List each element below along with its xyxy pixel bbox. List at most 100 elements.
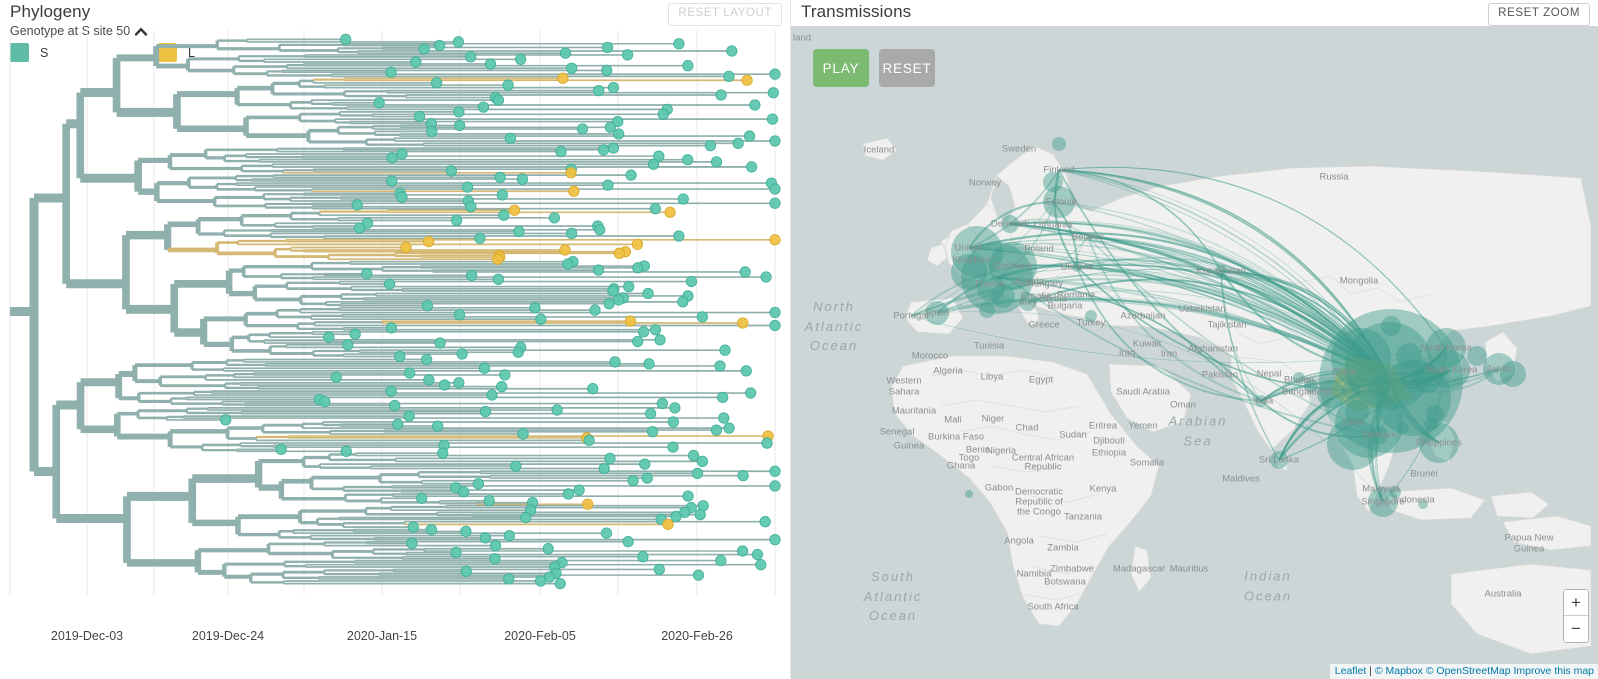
tree-tip[interactable] xyxy=(396,148,408,160)
tree-tip[interactable] xyxy=(496,380,508,393)
tree-tip[interactable] xyxy=(710,156,723,168)
tree-tip[interactable] xyxy=(749,99,761,111)
tree-tip[interactable] xyxy=(477,101,490,113)
tree-tip[interactable] xyxy=(604,452,616,465)
tree-tip[interactable] xyxy=(385,322,398,334)
tree-tip[interactable] xyxy=(647,158,660,170)
tree-tip[interactable] xyxy=(275,443,287,455)
tree-tip[interactable] xyxy=(361,268,373,280)
tree-tip[interactable] xyxy=(739,266,751,278)
tree-tip[interactable] xyxy=(670,510,682,523)
outbreak-marker[interactable] xyxy=(1370,426,1388,444)
tree-tip[interactable] xyxy=(438,379,451,391)
tree-tip[interactable] xyxy=(715,554,727,567)
tree-tip[interactable] xyxy=(682,60,694,72)
tree-tip[interactable] xyxy=(351,199,363,211)
tree-tip[interactable] xyxy=(385,66,397,78)
tree-tip[interactable] xyxy=(632,262,644,274)
tree-tip[interactable] xyxy=(413,110,426,123)
tree-tip[interactable] xyxy=(492,273,505,285)
tree-tip[interactable] xyxy=(386,175,398,187)
tree-tip[interactable] xyxy=(609,356,621,368)
mapbox-link[interactable]: © Mapbox xyxy=(1375,665,1423,677)
outbreak-marker[interactable] xyxy=(965,490,973,498)
tree-tip[interactable] xyxy=(732,137,744,149)
tree-tip[interactable] xyxy=(565,167,577,179)
reset-animation-button[interactable]: RESET xyxy=(879,49,935,87)
tree-tip[interactable] xyxy=(696,455,709,468)
tree-tip[interactable] xyxy=(450,546,462,559)
tree-tip[interactable] xyxy=(340,445,352,457)
tree-tip[interactable] xyxy=(410,56,422,68)
tree-tip[interactable] xyxy=(465,201,477,213)
tree-tip[interactable] xyxy=(565,227,578,240)
tree-tip[interactable] xyxy=(607,142,620,154)
tree-tip[interactable] xyxy=(737,469,749,482)
tree-tip[interactable] xyxy=(602,179,614,191)
tree-tip[interactable] xyxy=(502,79,514,91)
tree-tip[interactable] xyxy=(643,358,655,370)
outbreak-marker[interactable] xyxy=(979,302,995,318)
tree-tip[interactable] xyxy=(755,559,767,571)
outbreak-marker[interactable] xyxy=(1412,363,1442,393)
tree-tip[interactable] xyxy=(453,106,465,118)
outbreak-marker[interactable] xyxy=(1327,418,1379,470)
tree-tip[interactable] xyxy=(621,49,634,61)
tree-tip[interactable] xyxy=(542,543,554,555)
tree-tip[interactable] xyxy=(489,540,502,552)
tree-tip[interactable] xyxy=(624,315,637,327)
tree-tip[interactable] xyxy=(421,300,434,312)
tree-tip[interactable] xyxy=(573,484,585,496)
outbreak-marker[interactable] xyxy=(1255,395,1267,407)
tree-tip[interactable] xyxy=(389,399,401,412)
outbreak-marker[interactable] xyxy=(1270,451,1288,469)
tree-tip[interactable] xyxy=(673,230,685,242)
tree-tip[interactable] xyxy=(499,369,511,381)
tree-tip[interactable] xyxy=(769,533,781,546)
tree-tip[interactable] xyxy=(562,258,574,270)
tree-tip[interactable] xyxy=(704,139,717,152)
outbreak-marker[interactable] xyxy=(925,301,949,325)
tree-tip[interactable] xyxy=(637,551,649,563)
tree-tip[interactable] xyxy=(662,518,674,531)
tree-tip[interactable] xyxy=(554,577,566,590)
outbreak-marker[interactable] xyxy=(1019,293,1037,311)
tree-tip[interactable] xyxy=(503,573,515,585)
play-button[interactable]: PLAY xyxy=(813,49,869,87)
tree-tip[interactable] xyxy=(423,235,435,248)
tree-tip[interactable] xyxy=(464,51,477,63)
tree-tip[interactable] xyxy=(498,209,510,221)
tree-tip[interactable] xyxy=(576,123,589,135)
tree-tip[interactable] xyxy=(433,39,446,52)
tree-tip[interactable] xyxy=(555,145,567,158)
tree-tip[interactable] xyxy=(613,247,625,259)
tree-tip[interactable] xyxy=(594,224,606,236)
tree-tip[interactable] xyxy=(736,545,749,557)
tree-tip[interactable] xyxy=(623,280,635,293)
tree-tip[interactable] xyxy=(769,465,781,477)
tree-tip[interactable] xyxy=(667,416,680,428)
tree-tip[interactable] xyxy=(453,309,466,321)
outbreak-marker[interactable] xyxy=(1381,316,1401,336)
outbreak-marker[interactable] xyxy=(1043,186,1075,218)
tree-tip[interactable] xyxy=(445,165,457,177)
tree-tip[interactable] xyxy=(589,304,601,316)
tree-tip[interactable] xyxy=(353,222,366,234)
tree-tip[interactable] xyxy=(641,472,653,484)
reset-zoom-button[interactable]: RESET ZOOM xyxy=(1488,3,1590,26)
tree-tip[interactable] xyxy=(625,169,637,181)
tree-tip[interactable] xyxy=(340,33,352,46)
outbreak-marker[interactable] xyxy=(1293,372,1305,384)
tree-tip[interactable] xyxy=(510,460,522,472)
tree-tip[interactable] xyxy=(385,385,397,397)
tree-tip[interactable] xyxy=(601,41,614,54)
tree-tip[interactable] xyxy=(766,113,779,125)
tree-tip[interactable] xyxy=(400,241,412,254)
zoom-out-button[interactable]: − xyxy=(1564,616,1588,642)
tree-tip[interactable] xyxy=(489,553,501,565)
tree-tip[interactable] xyxy=(566,62,578,74)
tree-tip[interactable] xyxy=(607,81,620,94)
tree-tip[interactable] xyxy=(677,193,689,205)
tree-tip[interactable] xyxy=(642,287,654,300)
tree-tip[interactable] xyxy=(632,335,644,348)
